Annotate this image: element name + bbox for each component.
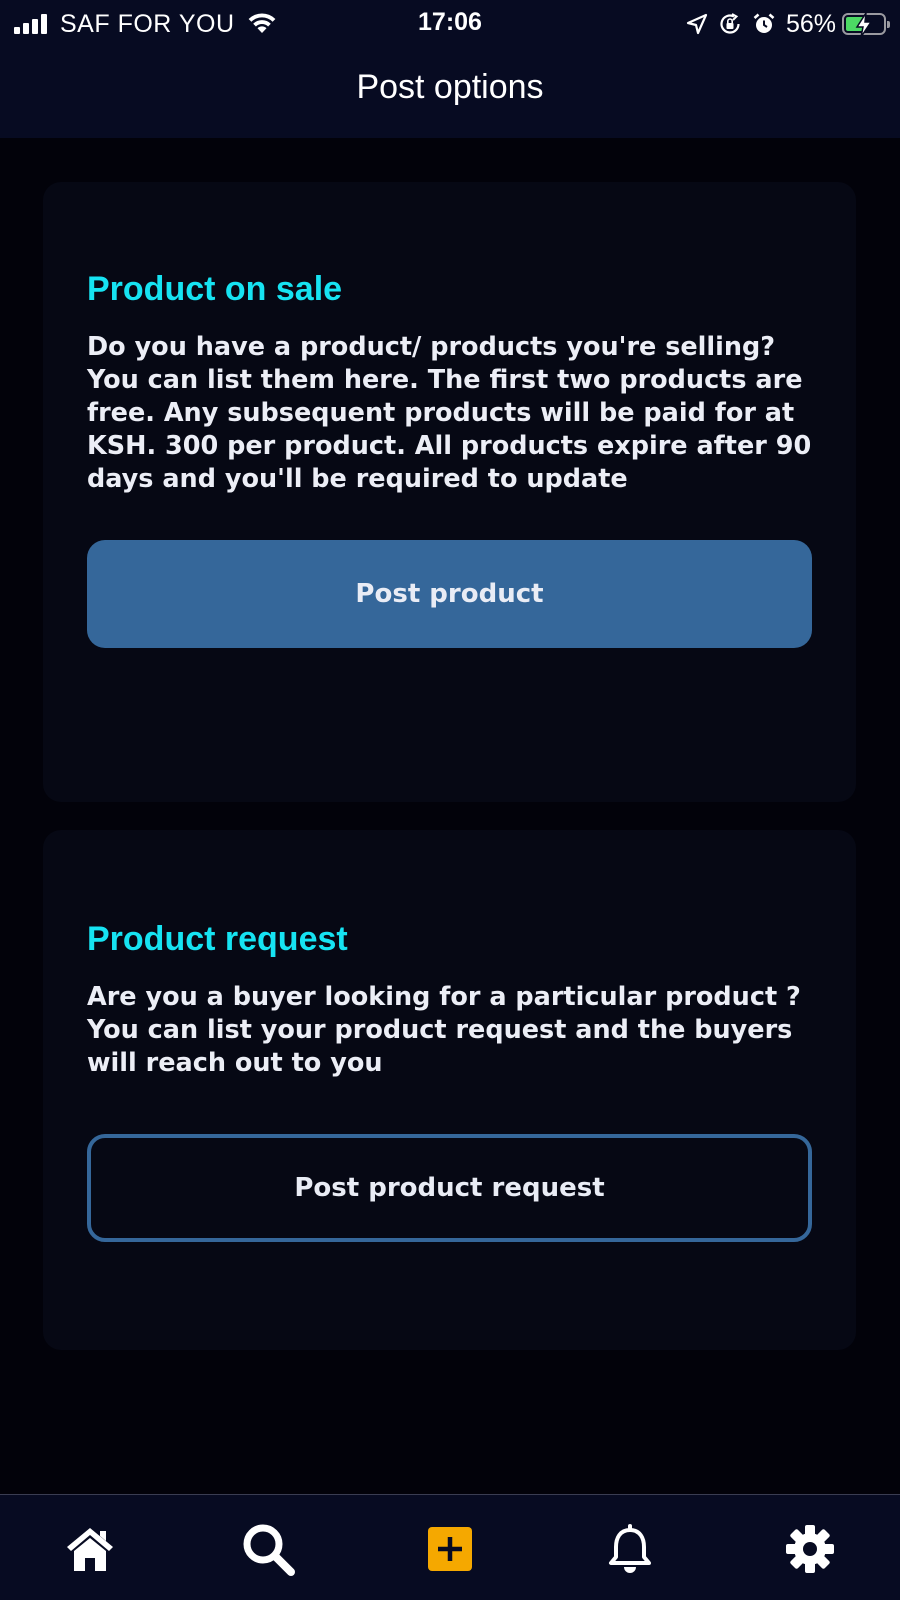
battery-charging-icon [842, 12, 890, 38]
tab-search[interactable] [240, 1523, 296, 1579]
gear-icon [785, 1524, 835, 1578]
card-title: Product request [87, 920, 348, 958]
status-bar: SAF FOR YOU 17:06 56% [0, 0, 900, 48]
tab-notifications[interactable] [602, 1523, 658, 1579]
post-product-button[interactable]: Post product [87, 540, 812, 648]
bell-icon [608, 1523, 652, 1579]
tab-home[interactable] [62, 1523, 118, 1579]
status-right: 56% [676, 8, 890, 40]
post-options-screen: SAF FOR YOU 17:06 56% Post options Produ… [0, 0, 900, 1600]
page-title: Post options [356, 68, 544, 106]
post-product-request-button[interactable]: Post product request [87, 1134, 812, 1242]
product-on-sale-card: Product on sale Do you have a product/ p… [43, 182, 856, 802]
tab-add-post[interactable] [422, 1523, 478, 1579]
search-icon [240, 1521, 296, 1581]
product-request-card: Product request Are you a buyer looking … [43, 830, 856, 1350]
card-description: Are you a buyer looking for a particular… [87, 982, 801, 1078]
add-icon [428, 1527, 472, 1575]
card-description: Do you have a product/ products you're s… [87, 332, 812, 494]
top-bar: SAF FOR YOU 17:06 56% Post options [0, 0, 900, 138]
home-icon [65, 1525, 115, 1577]
alarm-icon [752, 12, 776, 36]
location-arrow-icon [686, 13, 708, 35]
orientation-lock-icon [718, 12, 742, 36]
bottom-tab-bar [0, 1494, 900, 1600]
card-title: Product on sale [87, 270, 343, 308]
tab-settings[interactable] [782, 1523, 838, 1579]
battery-percent: 56% [785, 9, 836, 38]
